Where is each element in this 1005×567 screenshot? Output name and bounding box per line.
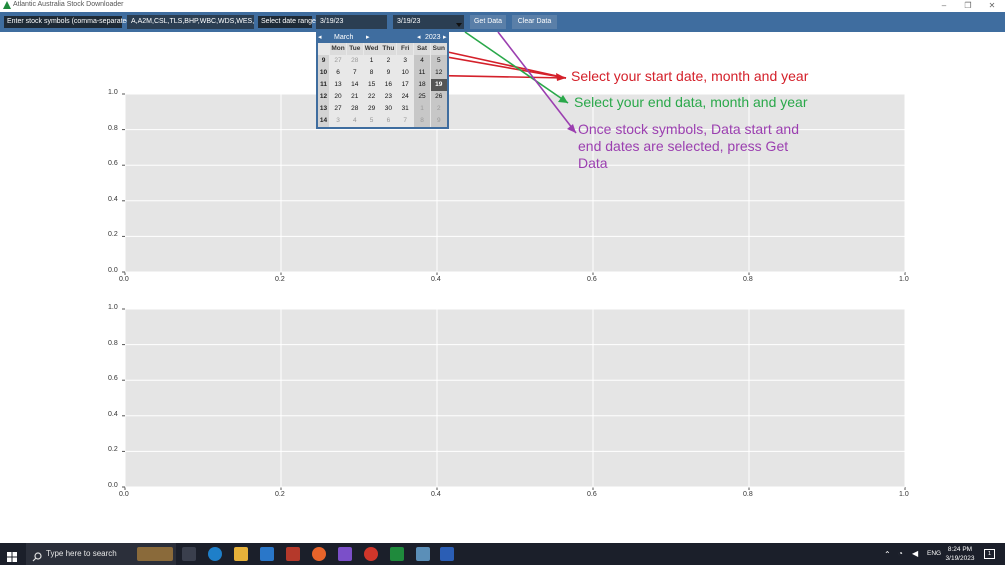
prev-month-button[interactable]: ◂ <box>318 33 322 42</box>
firefox-icon[interactable] <box>312 547 326 561</box>
calendar-day[interactable]: 23 <box>380 91 396 103</box>
calendar-day[interactable]: 25 <box>414 91 430 103</box>
calendar-day[interactable]: 16 <box>380 79 396 91</box>
weekday-header: Wed <box>363 43 380 55</box>
weekday-header: Thu <box>380 43 397 55</box>
calendar-day[interactable]: 8 <box>364 67 380 79</box>
calendar-day[interactable]: 5 <box>430 55 447 67</box>
calendar-day[interactable]: 7 <box>347 67 363 79</box>
visual-studio-icon[interactable] <box>338 547 352 561</box>
calendar-day[interactable]: 20 <box>330 91 346 103</box>
taskbar: Type here to search ⌃ ◔ ◀ ENG 8:24 PM 3/… <box>0 543 1005 565</box>
calendar-grid: Mon Tue Wed Thu Fri Sat Sun 9 27 28 1 2 3 4 5 10 6 7 8 9 10 1… <box>318 43 447 127</box>
notifications-icon[interactable]: 1 <box>984 549 995 559</box>
word-icon[interactable] <box>440 547 454 561</box>
calendar-day[interactable]: 28 <box>347 103 363 115</box>
python-icon[interactable] <box>416 547 430 561</box>
annotation-get-data-line1: Once stock symbols, Data start and <box>578 121 799 137</box>
calendar-day[interactable]: 26 <box>430 91 447 103</box>
calendar-day[interactable]: 4 <box>347 115 363 127</box>
calendar-day[interactable]: 5 <box>364 115 380 127</box>
edge-browser-icon[interactable] <box>208 547 222 561</box>
chevron-up-icon[interactable]: ⌃ <box>884 550 891 559</box>
annotation-end-date: Select your end data, month and year <box>574 94 808 110</box>
week-number: 12 <box>318 91 329 103</box>
calendar-day[interactable]: 30 <box>380 103 396 115</box>
calendar-day[interactable]: 3 <box>397 55 413 67</box>
arrow-head-get-data <box>567 124 576 133</box>
calendar-day[interactable]: 14 <box>347 79 363 91</box>
wifi-icon[interactable]: ◔ <box>898 549 903 558</box>
weekday-header: Mon <box>330 43 346 55</box>
mail-icon[interactable] <box>260 547 274 561</box>
windows-start-icon[interactable] <box>7 549 17 562</box>
annotation-get-data-line3: Data <box>578 155 608 171</box>
calendar-day[interactable]: 6 <box>330 67 346 79</box>
calendar-day[interactable]: 2 <box>380 55 396 67</box>
task-view-icon[interactable] <box>182 547 196 561</box>
calendar-day[interactable]: 6 <box>380 115 396 127</box>
calendar-day[interactable]: 9 <box>380 67 396 79</box>
arrow-to-end-date <box>464 31 569 104</box>
weekday-header: Sun <box>430 43 447 55</box>
calendar-day[interactable]: 24 <box>397 91 413 103</box>
calendar-day[interactable]: 12 <box>430 67 447 79</box>
week-number: 9 <box>318 55 329 67</box>
calendar-day[interactable]: 15 <box>364 79 380 91</box>
week-number: 14 <box>318 115 329 127</box>
annotation-start-date: Select your start date, month and year <box>571 68 809 84</box>
weekday-header: Tue <box>346 43 363 55</box>
year-label: 2023 <box>425 34 441 41</box>
calendar-day[interactable]: 4 <box>414 55 430 67</box>
calendar-day[interactable]: 1 <box>414 103 430 115</box>
week-number: 13 <box>318 103 329 115</box>
calendar-day[interactable]: 3 <box>330 115 346 127</box>
date-picker-calendar: ◂ March ▸ ◂ 2023 ▸ Mon Tue Wed Thu Fri Sat Sun… <box>316 31 449 129</box>
calendar-day[interactable]: 27 <box>330 55 346 67</box>
annotation-arrows <box>349 31 577 134</box>
volume-icon[interactable]: ◀ <box>912 549 918 558</box>
calendar-day[interactable]: 29 <box>364 103 380 115</box>
month-label: March <box>334 34 354 41</box>
file-explorer-icon[interactable] <box>234 547 248 561</box>
arrow-to-get-data <box>497 31 577 134</box>
calendar-day[interactable]: 8 <box>414 115 430 127</box>
calendar-day[interactable]: 28 <box>347 55 363 67</box>
calendar-day[interactable]: 2 <box>430 103 447 115</box>
calendar-day[interactable]: 27 <box>330 103 346 115</box>
app-icon-red[interactable] <box>286 547 300 561</box>
next-month-button[interactable]: ▸ <box>366 33 370 42</box>
calendar-day[interactable]: 18 <box>414 79 430 91</box>
weather-widget-icon[interactable] <box>137 547 173 561</box>
weekday-header: Fri <box>397 43 414 55</box>
app-icon-dot[interactable] <box>364 547 378 561</box>
clock-time[interactable]: 8:24 PM <box>940 546 980 553</box>
calendar-day[interactable]: 19 <box>430 79 447 91</box>
stock-downloader-app-icon[interactable] <box>390 547 404 561</box>
calendar-day[interactable]: 21 <box>347 91 363 103</box>
prev-year-button[interactable]: ◂ <box>417 33 421 42</box>
calendar-day[interactable]: 31 <box>397 103 413 115</box>
calendar-day[interactable]: 22 <box>364 91 380 103</box>
week-number: 11 <box>318 79 329 91</box>
calendar-day[interactable]: 1 <box>364 55 380 67</box>
search-icon <box>32 549 42 562</box>
week-number: 10 <box>318 67 329 79</box>
calendar-day[interactable]: 10 <box>397 67 413 79</box>
clock-date[interactable]: 3/19/2023 <box>940 555 980 562</box>
calendar-day[interactable]: 9 <box>430 115 447 127</box>
calendar-day[interactable]: 7 <box>397 115 413 127</box>
calendar-day[interactable]: 11 <box>414 67 430 79</box>
calendar-day[interactable]: 13 <box>330 79 346 91</box>
next-year-button[interactable]: ▸ <box>443 33 447 42</box>
notification-count: 1 <box>987 551 992 557</box>
annotation-get-data-line2: end dates are selected, press Get <box>578 138 789 154</box>
calendar-day[interactable]: 17 <box>397 79 413 91</box>
weekday-header: Sat <box>414 43 430 55</box>
language-indicator[interactable]: ENG <box>927 550 941 557</box>
